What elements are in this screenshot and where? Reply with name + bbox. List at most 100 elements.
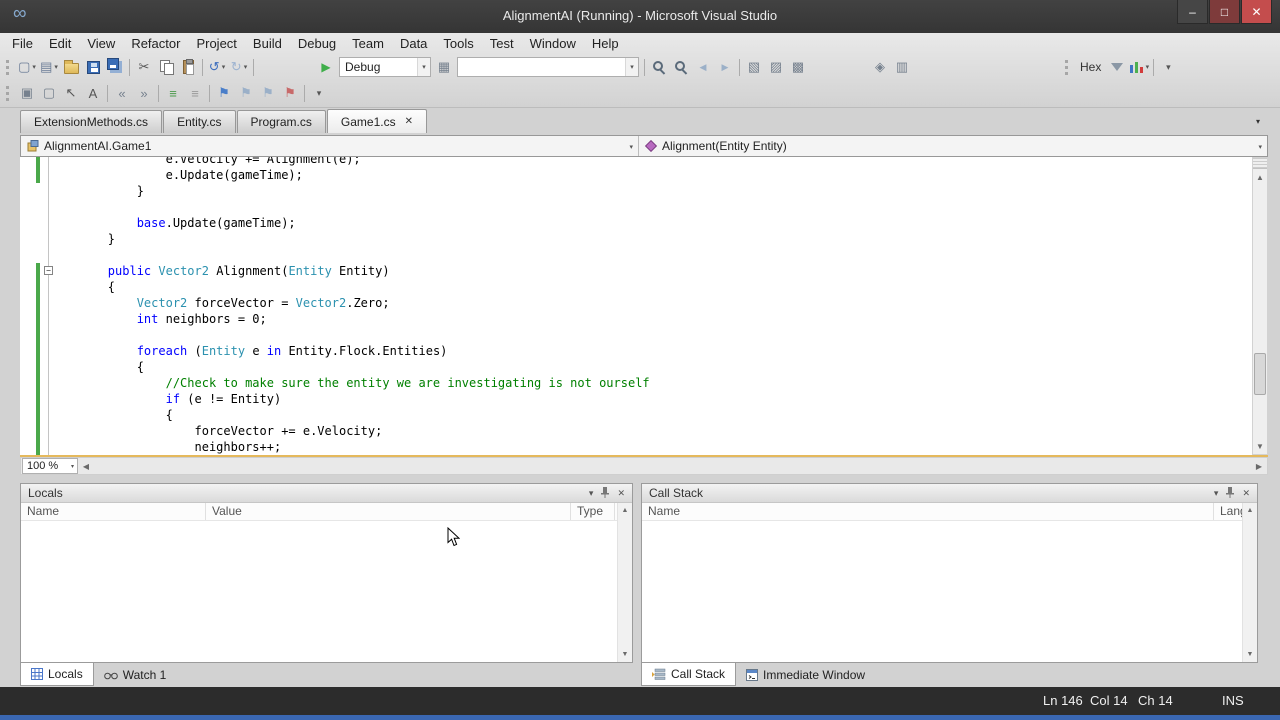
select-pointer-icon[interactable]: ↖ — [60, 82, 82, 104]
solution-platforms-icon[interactable]: ▦ — [433, 56, 455, 78]
menu-item-project[interactable]: Project — [188, 34, 244, 53]
window-position-icon[interactable]: ▾ — [589, 488, 594, 499]
chevron-down-icon[interactable]: ▾ — [417, 58, 430, 76]
clear-bookmarks-icon[interactable]: ⚑ — [279, 82, 301, 104]
chevron-down-icon[interactable]: ▾ — [625, 58, 638, 76]
chevron-down-icon[interactable]: ▾ — [244, 63, 248, 71]
scroll-left-icon[interactable]: ◀ — [78, 458, 94, 474]
navigate-backward-icon[interactable]: ◀ — [692, 56, 714, 78]
hex-display-button[interactable]: Hex — [1075, 56, 1106, 78]
cut-icon[interactable]: ✂ — [133, 56, 155, 78]
decrease-indent-icon[interactable]: « — [111, 82, 133, 104]
new-project-icon[interactable]: ▢ ▾ — [16, 56, 38, 78]
find-combo[interactable]: ▾ — [457, 57, 639, 77]
tab-program-cs[interactable]: Program.cs — [236, 110, 326, 133]
object-browser-icon[interactable]: ▩ — [787, 56, 809, 78]
solution-configurations-combo[interactable]: Debug ▾ — [339, 57, 431, 77]
save-all-icon[interactable] — [104, 56, 126, 78]
collapse-region-icon[interactable]: − — [44, 266, 53, 275]
menu-item-team[interactable]: Team — [344, 34, 392, 53]
undo-icon[interactable]: ↺ ▾ — [206, 56, 228, 78]
copy-icon[interactable] — [155, 56, 177, 78]
menu-item-refactor[interactable]: Refactor — [123, 34, 188, 53]
callstack-scrollbar[interactable]: ▲ ▼ — [1242, 503, 1257, 662]
document-overflow-icon[interactable]: ▾ — [1256, 117, 1268, 126]
chevron-down-icon[interactable]: ▾ — [1146, 63, 1150, 71]
menu-item-tools[interactable]: Tools — [435, 34, 481, 53]
scroll-down-icon[interactable]: ▼ — [1243, 647, 1257, 662]
menu-item-window[interactable]: Window — [522, 34, 584, 53]
pin-icon[interactable] — [601, 486, 610, 500]
properties-window-icon[interactable]: ▨ — [765, 56, 787, 78]
scroll-right-icon[interactable]: ▶ — [1251, 458, 1267, 474]
tab-entity-cs[interactable]: Entity.cs — [163, 110, 236, 133]
find-in-files-icon[interactable] — [670, 56, 692, 78]
members-dropdown[interactable]: Alignment(Entity Entity) ▾ — [639, 136, 1267, 156]
chevron-down-icon[interactable]: ▾ — [32, 63, 36, 71]
redo-icon[interactable]: ↻ ▾ — [228, 56, 250, 78]
chevron-down-icon[interactable]: ▾ — [54, 63, 58, 71]
start-debugging-icon[interactable]: ▶ — [315, 56, 337, 78]
save-icon[interactable] — [82, 56, 104, 78]
text-tool-icon[interactable]: A — [82, 82, 104, 104]
previous-bookmark-icon[interactable]: ⚑ — [235, 82, 257, 104]
tab-game1-cs[interactable]: Game1.cs ✕ — [326, 109, 427, 133]
filter-icon[interactable] — [1106, 56, 1128, 78]
callstack-column-name[interactable]: Name — [642, 503, 1214, 520]
panel-tab-watch-1[interactable]: Watch 1 — [94, 663, 177, 686]
chevron-down-icon[interactable]: ▾ — [71, 463, 74, 470]
pin-icon[interactable] — [1226, 486, 1235, 500]
chevron-down-icon[interactable]: ▾ — [629, 143, 633, 151]
solution-explorer-icon[interactable]: ▧ — [743, 56, 765, 78]
scroll-up-icon[interactable]: ▲ — [618, 503, 632, 518]
open-file-icon[interactable] — [60, 56, 82, 78]
chevron-down-icon[interactable]: ▾ — [222, 63, 226, 71]
locals-column-name[interactable]: Name — [21, 503, 206, 520]
close-button[interactable]: ✕ — [1241, 0, 1272, 24]
menu-item-build[interactable]: Build — [245, 34, 290, 53]
locals-column-value[interactable]: Value — [206, 503, 571, 520]
menu-item-help[interactable]: Help — [584, 34, 627, 53]
scrollbar-thumb[interactable] — [1254, 353, 1266, 395]
menu-item-view[interactable]: View — [79, 34, 123, 53]
tab-extensionmethods-cs[interactable]: ExtensionMethods.cs — [20, 110, 163, 133]
scroll-up-icon[interactable]: ▲ — [1243, 503, 1257, 518]
scroll-down-icon[interactable]: ▼ — [618, 647, 632, 662]
panel-tab-call-stack[interactable]: Call Stack — [641, 663, 737, 686]
menu-item-test[interactable]: Test — [482, 34, 522, 53]
close-tab-icon[interactable]: ✕ — [405, 116, 413, 127]
editor-surface[interactable]: e.Velocity += Alignment(e); e.Update(gam… — [20, 157, 1252, 455]
locals-scrollbar[interactable]: ▲ ▼ — [617, 503, 632, 662]
comment-selection-icon[interactable]: ≡ — [162, 82, 184, 104]
view-designer-icon[interactable]: ▢ — [38, 82, 60, 104]
toolbar-grip[interactable] — [6, 85, 13, 101]
close-icon[interactable]: ✕ — [617, 488, 625, 499]
minimize-button[interactable]: – — [1177, 0, 1208, 24]
locals-column-type[interactable]: Type — [571, 503, 615, 520]
chevron-down-icon[interactable]: ▾ — [1258, 143, 1262, 151]
maximize-button[interactable]: □ — [1209, 0, 1240, 24]
toggle-bookmark-icon[interactable]: ⚑ — [213, 82, 235, 104]
toolbar-overflow-icon[interactable]: ▾ — [1157, 56, 1179, 78]
scroll-up-icon[interactable]: ▲ — [1253, 169, 1267, 185]
panel-tab-immediate-window[interactable]: Immediate Window — [736, 663, 875, 686]
add-item-icon[interactable]: ▤ ▾ — [38, 56, 60, 78]
view-code-icon[interactable]: ▣ — [16, 82, 38, 104]
paste-icon[interactable] — [177, 56, 199, 78]
diagram-icon[interactable]: ▾ — [1128, 56, 1150, 78]
callstack-panel-header[interactable]: Call Stack ▾ ✕ — [642, 484, 1257, 503]
increase-indent-icon[interactable]: » — [133, 82, 155, 104]
navigate-to-icon[interactable]: ◈ — [869, 56, 891, 78]
locals-panel-header[interactable]: Locals ▾ ✕ — [21, 484, 632, 503]
close-icon[interactable]: ✕ — [1242, 488, 1250, 499]
navigate-forward-icon[interactable]: ▶ — [714, 56, 736, 78]
uncomment-selection-icon[interactable]: ≡ — [184, 82, 206, 104]
next-bookmark-icon[interactable]: ⚑ — [257, 82, 279, 104]
window-position-icon[interactable]: ▾ — [1214, 488, 1219, 499]
panel-tab-locals[interactable]: Locals — [20, 663, 94, 686]
editor-vertical-scrollbar[interactable]: ▲ ▼ — [1252, 157, 1268, 455]
zoom-level-combo[interactable]: 100 % ▾ — [22, 458, 78, 474]
text-editor-toolbar-options-icon[interactable]: ▾ — [308, 82, 330, 104]
menu-item-data[interactable]: Data — [392, 34, 435, 53]
scroll-down-icon[interactable]: ▼ — [1253, 438, 1267, 454]
